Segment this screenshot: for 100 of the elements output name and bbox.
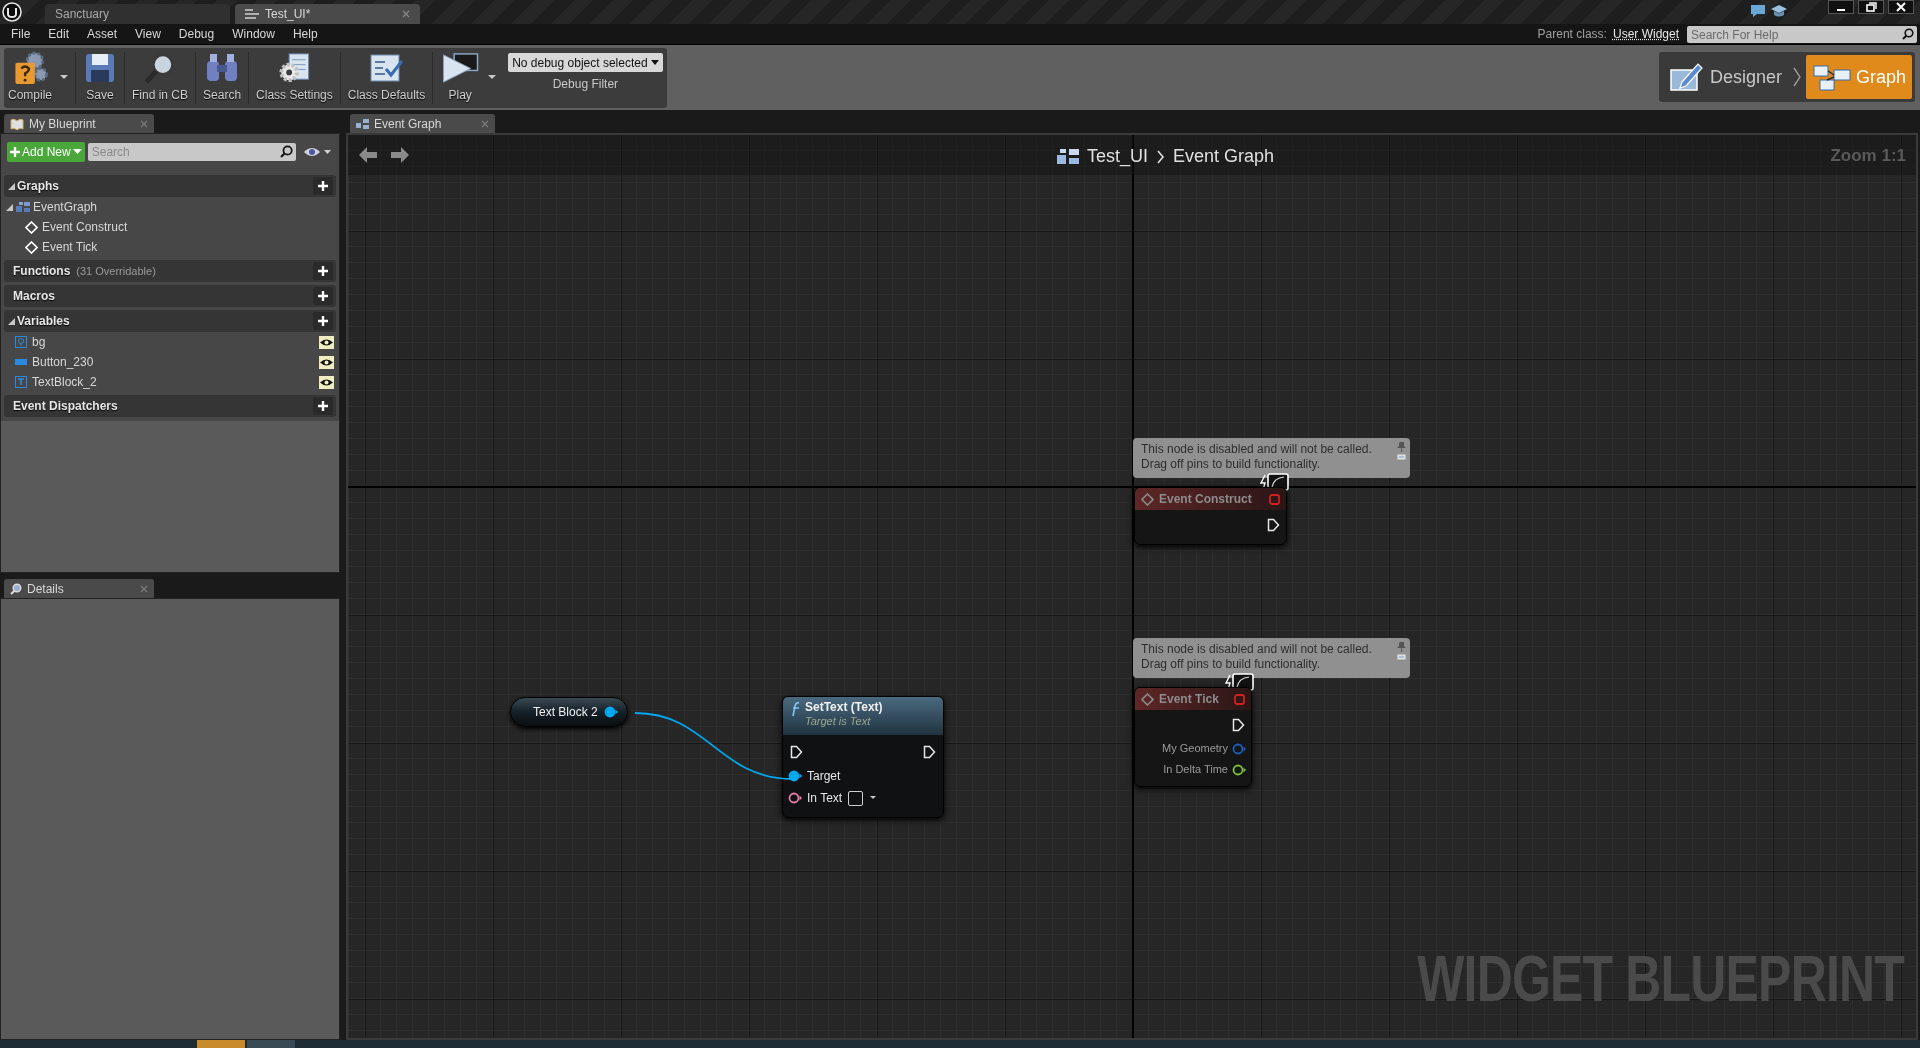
variable-node[interactable]: Text Block 2 [510, 697, 628, 727]
menu-item[interactable]: Help [283, 25, 327, 43]
pin-label: Target [807, 768, 841, 785]
pin-label: In Delta Time [1163, 762, 1228, 778]
panel-tab[interactable]: Details [4, 579, 154, 598]
menu-item[interactable]: View [126, 25, 170, 43]
variable-item[interactable]: bg [32, 333, 316, 351]
node-comment: This node is disabled and will not be called. Drag off pins to build functionality. [1141, 642, 1373, 672]
parent-class-label: Parent class: [1537, 26, 1607, 43]
menu-item[interactable]: File [2, 25, 40, 43]
close-icon[interactable] [402, 10, 410, 18]
data-pin[interactable] [603, 706, 619, 718]
view-options-button[interactable] [303, 145, 333, 159]
minimize-button[interactable] [1828, 0, 1854, 14]
visibility-toggle[interactable] [319, 375, 334, 389]
diamond-icon [25, 240, 38, 254]
back-button[interactable] [358, 146, 378, 164]
graph-icon [356, 118, 369, 129]
graph-tab[interactable]: Event Graph [350, 114, 495, 133]
node-graph-icon [1811, 62, 1852, 92]
panel-tab[interactable]: My Blueprint [4, 114, 154, 133]
section-header[interactable]: Graphs [17, 177, 59, 195]
play-icon [440, 51, 481, 86]
function-icon [791, 701, 801, 717]
exec-pin[interactable] [790, 745, 803, 759]
node-subtitle: Target is Text [805, 714, 872, 728]
close-button[interactable] [1888, 0, 1914, 14]
menu-item[interactable]: Asset [78, 25, 127, 43]
toolbar-button[interactable]: Find in CB [128, 48, 193, 108]
forward-button[interactable] [390, 146, 410, 164]
add-button[interactable] [313, 262, 333, 280]
button-widget-icon [15, 356, 27, 368]
visibility-toggle[interactable] [319, 355, 334, 369]
chevron-icon [1791, 66, 1802, 88]
expand-arrow-icon[interactable] [6, 203, 13, 211]
toolbar-button[interactable]: Class Settings [252, 48, 337, 108]
search-field[interactable]: Search [87, 143, 296, 161]
variable-item[interactable]: TextBlock_2 [32, 373, 316, 391]
toolbar-button[interactable]: Search [199, 48, 246, 108]
diamond-icon [25, 220, 38, 234]
graph-icon [16, 201, 30, 213]
add-button[interactable] [313, 312, 333, 330]
magnifier-icon [10, 582, 22, 595]
chevron-icon [1156, 148, 1166, 165]
menu-item[interactable]: Debug [169, 25, 224, 43]
caret-icon [650, 59, 659, 66]
variable-item[interactable]: Button_230 [32, 353, 316, 371]
diamond-icon [1141, 492, 1154, 506]
overridable-count: (31 Overridable) [76, 263, 156, 279]
section-header[interactable]: Macros [13, 287, 56, 305]
caret-icon [72, 149, 82, 155]
book-icon [10, 117, 24, 130]
tree-item[interactable]: Event Construct [42, 218, 128, 236]
chat-icon[interactable] [1750, 4, 1766, 18]
toolbar-button[interactable]: Play [436, 48, 485, 108]
plus-icon [10, 147, 20, 157]
mode-tab[interactable]: Designer [1661, 55, 1788, 99]
graph-icon [1057, 147, 1079, 166]
node-title: Text Block 2 [533, 704, 598, 721]
node-title: SetText (Text) [805, 700, 883, 714]
expand-arrow-icon[interactable] [8, 182, 15, 190]
pin-label: In Text [807, 790, 843, 807]
section-header[interactable]: Functions [13, 262, 71, 280]
image-widget-icon [15, 336, 27, 348]
menu-item[interactable]: Window [223, 25, 284, 43]
toolbar-button[interactable]: Class Defaults [343, 48, 430, 108]
debug-object-dropdown[interactable]: No debug object selected [508, 53, 663, 72]
breadcrumb-item[interactable]: Event Graph [1173, 143, 1275, 170]
toolbar-button[interactable]: Save [79, 48, 121, 108]
tree-item[interactable]: EventGraph [33, 198, 98, 216]
node-title: Event Construct [1159, 491, 1252, 508]
parent-class-link[interactable]: User Widget [1612, 25, 1679, 43]
breadcrumb-item[interactable]: Test_UI [1087, 143, 1149, 170]
comment-icon[interactable] [1397, 454, 1406, 462]
text-widget-icon [15, 376, 27, 388]
data-pin[interactable] [788, 792, 803, 804]
exec-pin[interactable] [923, 745, 936, 759]
add-button[interactable] [313, 177, 333, 195]
restore-button[interactable] [1858, 0, 1884, 14]
diamond-icon [1141, 692, 1154, 706]
graduation-cap-icon[interactable] [1770, 4, 1788, 18]
menu-item[interactable]: Edit [39, 25, 79, 43]
help-search-field[interactable]: Search For Help [1687, 26, 1917, 43]
tree-item[interactable]: Event Tick [42, 238, 98, 256]
visibility-toggle[interactable] [319, 335, 334, 349]
add-button[interactable] [313, 287, 333, 305]
expand-arrow-icon[interactable] [8, 317, 15, 325]
document-icon [245, 9, 259, 19]
node-title: Event Tick [1159, 691, 1219, 708]
section-header[interactable]: Variables [17, 312, 70, 330]
document-tab[interactable]: Sanctuary [45, 4, 230, 24]
comment-icon[interactable] [1397, 654, 1406, 662]
toolbar-button[interactable]: Compile [4, 48, 56, 108]
data-pin[interactable] [788, 770, 803, 782]
pin-label: My Geometry [1162, 741, 1228, 757]
text-value-field[interactable] [848, 790, 864, 806]
function-node[interactable]: SetText (Text) Target is Text Target In Text [782, 696, 944, 818]
add-button[interactable] [313, 397, 333, 415]
document-tab[interactable]: Test_UI* [235, 4, 420, 24]
search-icon [1902, 27, 1914, 40]
